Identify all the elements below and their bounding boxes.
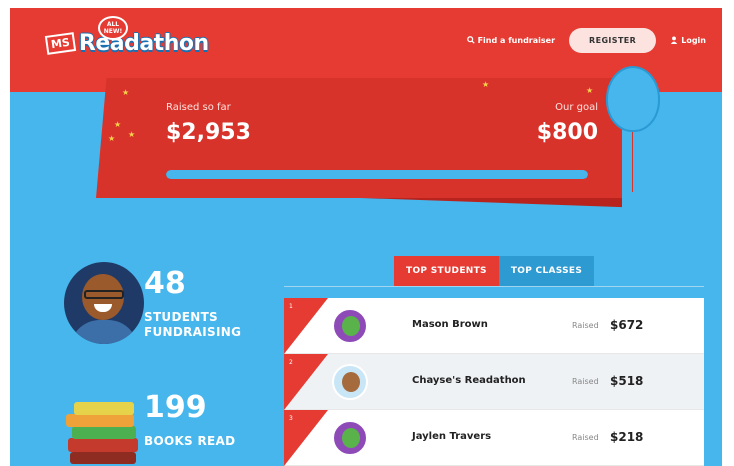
- raised-amount: $218: [610, 430, 644, 444]
- fundraising-banner: Raised so far $2,953 Our goal $800: [96, 78, 622, 198]
- monster-avatar-icon: [332, 308, 368, 344]
- raised-prefix: Raised: [572, 321, 599, 330]
- students-count: 48: [144, 266, 186, 301]
- student-avatar-icon: [64, 262, 144, 344]
- books-icon: [62, 390, 142, 466]
- star-icon: ★: [586, 86, 594, 95]
- student-name: Chayse's Readathon: [412, 375, 526, 386]
- rank-ribbon: 2: [284, 354, 328, 410]
- user-icon: [671, 36, 678, 44]
- progress-bar-fill: [166, 170, 588, 179]
- tab-top-classes[interactable]: TOP CLASSES: [498, 256, 595, 286]
- raised-value: $2,953: [166, 120, 251, 145]
- raised-amount: $518: [610, 374, 644, 388]
- books-label: BOOKS READ: [144, 434, 236, 448]
- student-name: Jaylen Travers: [412, 431, 492, 442]
- leaderboard-tabs: TOP STUDENTS TOP CLASSES: [394, 256, 595, 286]
- login-label: Login: [681, 35, 706, 45]
- star-icon: ★: [122, 88, 130, 97]
- logo-badge: ALL NEW!: [98, 16, 128, 40]
- raised-prefix: Raised: [572, 377, 599, 386]
- raised-label: Raised so far: [166, 102, 231, 113]
- leaderboard-list: 1 Mason Brown Raised $672 2 Chayse's Rea…: [284, 298, 704, 466]
- rank-number: 2: [289, 359, 293, 366]
- rank-ribbon: 3: [284, 410, 328, 466]
- tab-top-students[interactable]: TOP STUDENTS: [394, 256, 499, 286]
- leaderboard-row[interactable]: 2 Chayse's Readathon Raised $518: [284, 354, 704, 410]
- find-fundraiser-link[interactable]: Find a fundraiser: [466, 35, 556, 45]
- logo-ms: MS: [44, 31, 77, 55]
- register-button[interactable]: REGISTER: [569, 27, 657, 53]
- logo-brand: Readathon: [78, 30, 209, 56]
- rank-number: 1: [289, 303, 293, 310]
- star-icon: ★: [108, 134, 116, 143]
- students-label: STUDENTS FUNDRAISING: [144, 310, 242, 339]
- goal-label: Our goal: [555, 102, 598, 113]
- page-frame: MS Readathon ALL NEW! Find a fundraiser …: [10, 8, 722, 466]
- raised-amount: $672: [610, 318, 644, 332]
- leaderboard-row[interactable]: 3 Jaylen Travers Raised $218: [284, 410, 704, 466]
- star-icon: ★: [482, 80, 490, 89]
- student-name: Mason Brown: [412, 319, 488, 330]
- rank-number: 3: [289, 415, 293, 422]
- photo-avatar-icon: [332, 364, 368, 400]
- balloon-string: [632, 132, 633, 192]
- rank-ribbon: 1: [284, 298, 328, 354]
- progress-bar: [166, 170, 588, 179]
- search-icon: [466, 36, 475, 44]
- find-fundraiser-label: Find a fundraiser: [477, 35, 556, 45]
- star-icon: ★: [114, 120, 122, 129]
- raised-prefix: Raised: [572, 433, 599, 442]
- login-link[interactable]: Login: [670, 36, 706, 45]
- balloon-icon: [606, 66, 660, 132]
- monster-avatar-icon: [332, 420, 368, 456]
- site-logo[interactable]: MS Readathon ALL NEW!: [44, 16, 209, 60]
- goal-value: $800: [536, 120, 598, 145]
- header-nav: Find a fundraiser REGISTER Login: [466, 26, 706, 54]
- star-icon: ★: [128, 130, 136, 139]
- books-count: 199: [144, 390, 207, 425]
- leaderboard-row[interactable]: 1 Mason Brown Raised $672: [284, 298, 704, 354]
- tabs-divider: [284, 286, 704, 287]
